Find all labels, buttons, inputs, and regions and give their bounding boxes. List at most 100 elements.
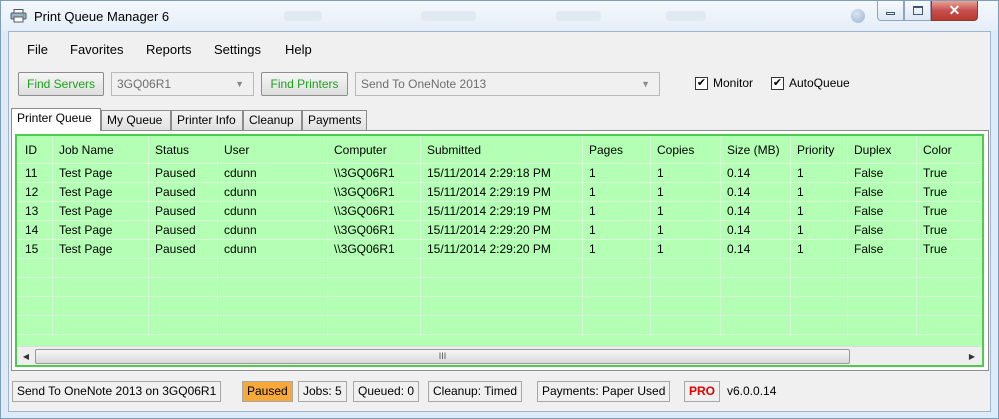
cell-status: Paused bbox=[155, 204, 196, 218]
find-servers-button[interactable]: Find Servers bbox=[18, 72, 104, 96]
cell-priority: 1 bbox=[797, 223, 804, 237]
column-header-color[interactable]: Color bbox=[923, 143, 952, 157]
cell-size: 0.14 bbox=[727, 185, 751, 199]
tab-my-queue[interactable]: My Queue bbox=[101, 110, 171, 130]
table-row[interactable]: 13 Test Page Paused cdunn \\3GQ06R1 15/1… bbox=[17, 201, 982, 220]
cell-job-name: Test Page bbox=[59, 185, 113, 199]
minimize-icon bbox=[886, 12, 895, 15]
status-cleanup: Cleanup: Timed bbox=[428, 381, 523, 402]
window-title: Print Queue Manager 6 bbox=[34, 9, 170, 24]
cell-submitted: 15/11/2014 2:29:20 PM bbox=[427, 242, 551, 256]
client-area: File Favorites Reports Settings Help Fin… bbox=[8, 31, 991, 412]
maximize-button[interactable] bbox=[904, 1, 931, 21]
cell-duplex: False bbox=[854, 242, 884, 256]
cell-size: 0.14 bbox=[727, 166, 751, 180]
printer-combo[interactable]: Send To OneNote 2013 ▼ bbox=[355, 72, 660, 96]
cell-status: Paused bbox=[155, 242, 196, 256]
cell-job-name: Test Page bbox=[59, 204, 113, 218]
table-row[interactable]: 14 Test Page Paused cdunn \\3GQ06R1 15/1… bbox=[17, 220, 982, 239]
cell-priority: 1 bbox=[797, 204, 804, 218]
cell-user: cdunn bbox=[224, 242, 257, 256]
server-combo[interactable]: 3GQ06R1 ▼ bbox=[111, 72, 254, 96]
column-header-computer[interactable]: Computer bbox=[334, 143, 387, 157]
monitor-label: Monitor bbox=[713, 76, 754, 90]
dropdown-arrow-icon: ▼ bbox=[235, 79, 244, 89]
monitor-checkbox[interactable]: ✔ Monitor bbox=[695, 76, 753, 90]
tab-printer-info[interactable]: Printer Info bbox=[171, 110, 243, 130]
tab-payments[interactable]: Payments bbox=[302, 110, 367, 130]
cell-user: cdunn bbox=[224, 223, 257, 237]
dropdown-arrow-icon: ▼ bbox=[641, 79, 650, 89]
cell-id: 13 bbox=[25, 204, 39, 218]
minimize-button[interactable] bbox=[877, 1, 904, 21]
menu-file[interactable]: File bbox=[27, 42, 48, 57]
find-printers-button[interactable]: Find Printers bbox=[261, 72, 348, 96]
horizontal-scrollbar[interactable]: ◀ III ▶ bbox=[17, 346, 982, 365]
menu-reports[interactable]: Reports bbox=[146, 42, 192, 57]
cell-computer: \\3GQ06R1 bbox=[334, 185, 395, 199]
grid-header: ID Job Name Status User Computer Submitt… bbox=[17, 136, 982, 163]
table-row[interactable]: 12 Test Page Paused cdunn \\3GQ06R1 15/1… bbox=[17, 182, 982, 201]
status-payments: Payments: Paper Used bbox=[537, 381, 671, 402]
pro-badge: PRO bbox=[684, 381, 721, 402]
title-bar[interactable]: Print Queue Manager 6 ✕ bbox=[1, 1, 998, 31]
grid-empty-line bbox=[17, 277, 982, 278]
column-header-status[interactable]: Status bbox=[155, 143, 189, 157]
cell-size: 0.14 bbox=[727, 242, 751, 256]
column-header-job-name[interactable]: Job Name bbox=[59, 143, 114, 157]
column-header-priority[interactable]: Priority bbox=[797, 143, 834, 157]
cell-submitted: 15/11/2014 2:29:19 PM bbox=[427, 204, 551, 218]
menu-favorites[interactable]: Favorites bbox=[70, 42, 123, 57]
cell-copies: 1 bbox=[657, 166, 664, 180]
cell-copies: 1 bbox=[657, 204, 664, 218]
column-header-submitted[interactable]: Submitted bbox=[427, 143, 481, 157]
column-header-copies[interactable]: Copies bbox=[657, 143, 694, 157]
scrollbar-grip: III bbox=[438, 351, 447, 361]
print-job-grid[interactable]: ID Job Name Status User Computer Submitt… bbox=[15, 134, 984, 367]
checkmark-icon[interactable]: ✔ bbox=[695, 76, 708, 90]
scrollbar-thumb[interactable]: III bbox=[35, 349, 850, 364]
cell-status: Paused bbox=[155, 166, 196, 180]
grid-empty-line bbox=[17, 315, 982, 316]
status-bar: Send To OneNote 2013 on 3GQ06R1 Paused J… bbox=[9, 378, 990, 408]
table-row[interactable]: 15 Test Page Paused cdunn \\3GQ06R1 15/1… bbox=[17, 239, 982, 258]
checkmark-icon[interactable]: ✔ bbox=[771, 76, 784, 90]
table-row[interactable]: 11 Test Page Paused cdunn \\3GQ06R1 15/1… bbox=[17, 163, 982, 182]
printer-value: Send To OneNote 2013 bbox=[361, 77, 487, 91]
cell-color: True bbox=[923, 166, 948, 180]
grid-empty-line bbox=[17, 296, 982, 297]
tab-printer-queue[interactable]: Printer Queue bbox=[11, 108, 101, 131]
menu-bar: File Favorites Reports Settings Help bbox=[9, 32, 990, 64]
cell-pages: 1 bbox=[589, 204, 596, 218]
server-value: 3GQ06R1 bbox=[117, 77, 172, 91]
cell-user: cdunn bbox=[224, 204, 257, 218]
printer-queue-panel: ID Job Name Status User Computer Submitt… bbox=[11, 130, 989, 371]
column-header-pages[interactable]: Pages bbox=[589, 143, 623, 157]
cell-id: 11 bbox=[25, 166, 38, 180]
status-printer: Send To OneNote 2013 on 3GQ06R1 bbox=[12, 381, 222, 402]
column-header-user[interactable]: User bbox=[224, 143, 249, 157]
column-header-id[interactable]: ID bbox=[25, 143, 37, 157]
cell-job-name: Test Page bbox=[59, 166, 113, 180]
autoqueue-label: AutoQueue bbox=[789, 76, 850, 90]
scroll-right-icon[interactable]: ▶ bbox=[964, 349, 980, 364]
autoqueue-checkbox[interactable]: ✔ AutoQueue bbox=[771, 76, 850, 90]
cell-color: True bbox=[923, 185, 948, 199]
status-queued: Queued: 0 bbox=[353, 381, 420, 402]
cell-submitted: 15/11/2014 2:29:19 PM bbox=[427, 185, 551, 199]
toolbar: Find Servers 3GQ06R1 ▼ Find Printers Sen… bbox=[9, 72, 990, 98]
cell-duplex: False bbox=[854, 185, 884, 199]
cell-size: 0.14 bbox=[727, 223, 751, 237]
cell-color: True bbox=[923, 204, 948, 218]
cell-status: Paused bbox=[155, 223, 196, 237]
menu-settings[interactable]: Settings bbox=[214, 42, 261, 57]
column-header-size[interactable]: Size (MB) bbox=[727, 143, 780, 157]
column-header-duplex[interactable]: Duplex bbox=[854, 143, 891, 157]
menu-help[interactable]: Help bbox=[285, 42, 312, 57]
cell-copies: 1 bbox=[657, 223, 664, 237]
grid-empty-line bbox=[17, 258, 982, 259]
scroll-left-icon[interactable]: ◀ bbox=[18, 349, 34, 364]
tab-cleanup[interactable]: Cleanup bbox=[243, 110, 302, 130]
maximize-icon bbox=[912, 6, 923, 15]
close-button[interactable]: ✕ bbox=[931, 1, 978, 21]
